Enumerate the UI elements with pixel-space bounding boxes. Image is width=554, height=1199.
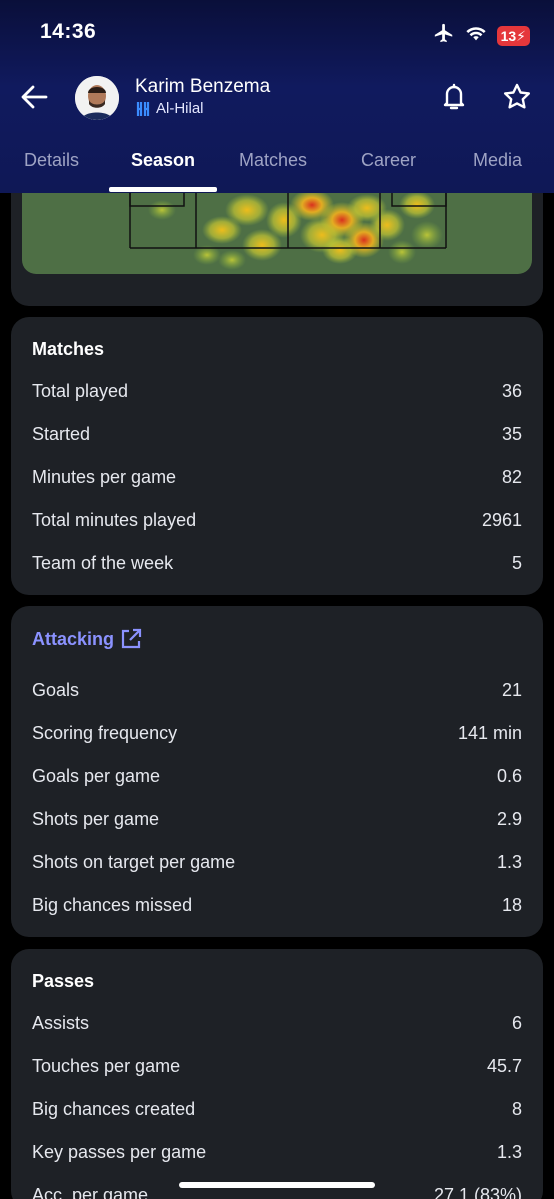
stat-label: Big chances missed [32, 895, 193, 915]
status-bar: 14:36 13⚡ [0, 20, 554, 48]
avatar [75, 76, 119, 120]
charging-icon: ⚡ [516, 27, 526, 44]
stat-label: Total minutes played [32, 510, 197, 530]
stat-value: 141 min [457, 723, 522, 743]
stat-label: Team of the week [32, 553, 174, 573]
stat-value: 6 [511, 1013, 522, 1033]
stat-label: Scoring frequency [32, 723, 178, 743]
passes-card: Passes Assists 6 Touches per game 45.7 B… [11, 949, 543, 1199]
stat-value: 8 [511, 1099, 522, 1119]
tab-media[interactable]: Media [473, 150, 522, 171]
heatmap-pitch [22, 190, 532, 274]
stat-value: 1.3 [496, 852, 522, 872]
stat-row: Total played 36 [32, 381, 522, 405]
stat-row: Goals 21 [32, 680, 522, 704]
player-name: Karim Benzema [135, 76, 271, 97]
stat-value: 1.3 [496, 1142, 522, 1162]
stat-label: Total played [32, 381, 129, 401]
status-icons: 13⚡ [433, 22, 530, 49]
stat-label: Goals [32, 680, 80, 700]
notification-button[interactable] [440, 82, 468, 112]
bell-icon [443, 83, 465, 110]
attacking-title: Attacking [32, 628, 115, 649]
passes-title: Passes [32, 971, 95, 991]
stat-label: Acc. per game [32, 1185, 149, 1199]
attacking-card: Attacking Goals 21 Scoring frequency 141… [11, 606, 543, 937]
stat-label: Shots per game [32, 809, 160, 829]
external-link-icon [121, 628, 142, 649]
stat-row: Total minutes played 2961 [32, 510, 522, 534]
stat-value: 21 [501, 680, 522, 700]
stat-value: 5 [511, 553, 522, 573]
stat-value: 0.6 [496, 766, 522, 786]
stat-value: 27.1 (83%) [433, 1185, 522, 1199]
stat-value: 18 [501, 895, 522, 915]
attacking-link[interactable]: Attacking [32, 628, 142, 650]
stat-row: Team of the week 5 [32, 553, 522, 577]
star-icon [504, 83, 530, 109]
tab-career[interactable]: Career [361, 150, 416, 171]
stat-row: Assists 6 [32, 1013, 522, 1037]
tab-details[interactable]: Details [24, 150, 79, 171]
stat-row: Key passes per game 1.3 [32, 1142, 522, 1166]
stat-row: Big chances created 8 [32, 1099, 522, 1123]
player-row: Karim Benzema Al-Hilal [0, 74, 554, 122]
stat-row: Big chances missed 18 [32, 895, 522, 919]
battery-indicator: 13⚡ [496, 25, 530, 46]
stat-label: Key passes per game [32, 1142, 207, 1162]
team-name: Al-Hilal [156, 100, 204, 117]
battery-level: 13 [500, 27, 517, 44]
matches-card: Matches Total played 36 Started 35 Minut… [11, 317, 543, 595]
stat-label: Touches per game [32, 1056, 181, 1076]
stat-label: Minutes per game [32, 467, 177, 487]
favorite-button[interactable] [502, 82, 532, 112]
tab-bar: Details Season Matches Career Media [0, 140, 554, 193]
stat-label: Assists [32, 1013, 90, 1033]
home-indicator[interactable] [179, 1182, 375, 1188]
stat-label: Goals per game [32, 766, 161, 786]
player-photo [75, 76, 119, 120]
stat-value: 2.9 [496, 809, 522, 829]
tab-matches[interactable]: Matches [239, 150, 307, 171]
team-crest-icon [136, 101, 150, 116]
stat-value: 35 [501, 424, 522, 444]
tab-season[interactable]: Season [131, 150, 195, 171]
stat-label: Shots on target per game [32, 852, 236, 872]
app-header: 14:36 13⚡ Karim Benzema Al-Hilal Details… [0, 0, 554, 193]
stat-value: 82 [501, 467, 522, 487]
team-row[interactable]: Al-Hilal [136, 100, 204, 117]
stat-row: Started 35 [32, 424, 522, 448]
status-time: 14:36 [40, 20, 97, 43]
stat-value: 45.7 [486, 1056, 522, 1076]
stat-row: Minutes per game 82 [32, 467, 522, 491]
stat-row: Scoring frequency 141 min [32, 723, 522, 747]
back-button[interactable] [18, 80, 52, 114]
matches-title: Matches [32, 339, 105, 359]
stat-value: 36 [501, 381, 522, 401]
stat-row: Shots on target per game 1.3 [32, 852, 522, 876]
heatmap-graphic [129, 190, 447, 270]
active-tab-indicator [109, 187, 217, 192]
stat-value: 2961 [481, 510, 522, 530]
stat-label: Big chances created [32, 1099, 196, 1119]
stat-row: Goals per game 0.6 [32, 766, 522, 790]
arrow-left-icon [21, 85, 48, 109]
stat-row: Shots per game 2.9 [32, 809, 522, 833]
airplane-icon [433, 22, 455, 49]
wifi-icon [465, 24, 487, 47]
stat-label: Started [32, 424, 91, 444]
stat-row: Touches per game 45.7 [32, 1056, 522, 1080]
